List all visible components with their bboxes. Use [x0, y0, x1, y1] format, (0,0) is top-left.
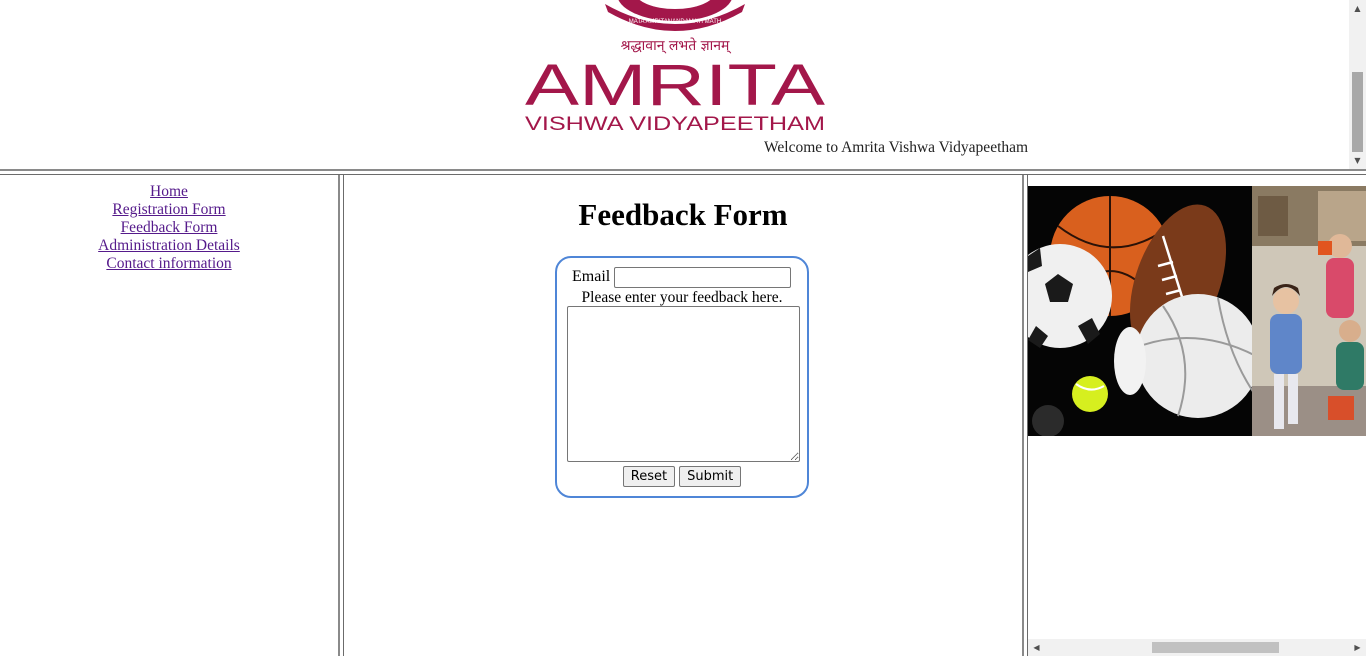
emblem-icon: MATA AMRITANANDAMAYI MATH: [605, 0, 745, 31]
logo-ring-text: MATA AMRITANANDAMAYI MATH: [629, 19, 721, 25]
feedback-textarea[interactable]: [567, 306, 800, 462]
scroll-left-arrow-icon[interactable]: ◀: [1028, 639, 1045, 656]
nav-link-feedback-form[interactable]: Feedback Form: [121, 219, 218, 237]
amrita-logo: MATA AMRITANANDAMAYI MATH श्रद्धावान् लभ…: [525, 0, 825, 135]
nav-frame: Home Registration Form Feedback Form Adm…: [0, 175, 338, 656]
side-images: [1028, 186, 1366, 436]
nav-link-home[interactable]: Home: [150, 183, 188, 201]
top-vertical-scrollbar[interactable]: ▲ ▼: [1349, 0, 1366, 169]
form-buttons: Reset Submit: [557, 466, 807, 487]
top-frame: MATA AMRITANANDAMAYI MATH श्रद्धावान् लभ…: [0, 0, 1366, 169]
reset-button[interactable]: Reset: [622, 466, 676, 487]
logo-motto: श्रद्धावान् लभते ज्ञानम्: [621, 37, 732, 54]
image-frame: [1028, 175, 1366, 656]
scroll-down-arrow-icon[interactable]: ▼: [1349, 152, 1366, 169]
email-field[interactable]: [614, 267, 791, 288]
logo-subname: VISHWA VIDYAPEETHAM: [525, 114, 825, 135]
feedback-hint: Please enter your feedback here.: [581, 289, 783, 306]
page-title: Feedback Form: [578, 197, 788, 232]
scrollbar-thumb[interactable]: [1352, 72, 1363, 152]
feedback-form: Email Please enter your feedback here. R…: [555, 256, 809, 498]
welcome-message: Welcome to Amrita Vishwa Vidyapeetham: [764, 139, 1029, 156]
submit-button[interactable]: Submit: [679, 466, 742, 487]
sports-balls-image: [1028, 186, 1260, 436]
nav-link-administration-details[interactable]: Administration Details: [98, 237, 240, 255]
scrollbar-thumb-horizontal[interactable]: [1152, 642, 1279, 653]
email-label: Email: [572, 268, 611, 285]
children-playing-image: [1252, 186, 1366, 436]
nav-menu: Home Registration Form Feedback Form Adm…: [0, 183, 338, 273]
scroll-right-arrow-icon[interactable]: ▶: [1349, 639, 1366, 656]
nav-link-registration-form[interactable]: Registration Form: [112, 201, 225, 219]
scroll-up-arrow-icon[interactable]: ▲: [1349, 0, 1366, 17]
nav-link-contact-information[interactable]: Contact information: [106, 255, 231, 273]
main-frame: Feedback Form Email Please enter your fe…: [344, 175, 1022, 656]
logo-name: AMRITA: [525, 53, 825, 118]
image-horizontal-scrollbar[interactable]: ◀ ▶: [1028, 639, 1366, 656]
